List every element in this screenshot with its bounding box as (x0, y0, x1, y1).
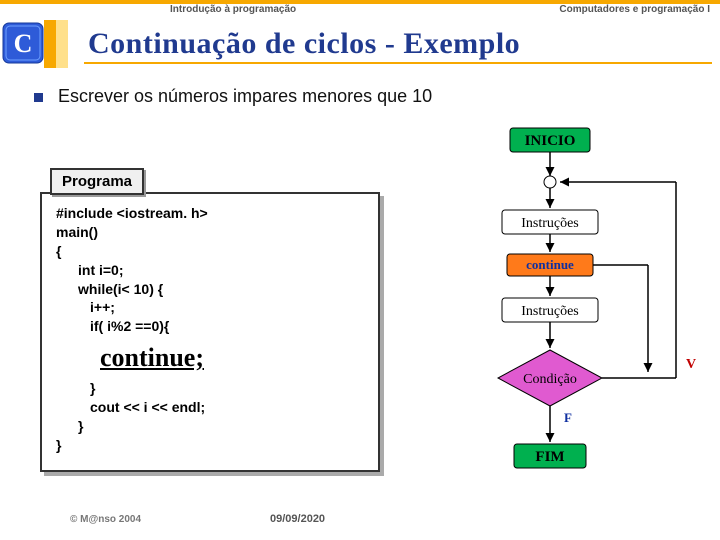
code-line: int i=0; (56, 261, 364, 280)
flow-end: FIM (535, 449, 564, 465)
footer-date: 09/09/2020 (270, 513, 325, 525)
code-line: } (56, 417, 364, 436)
flow-instr1: Instruções (521, 216, 579, 231)
logo-icon: C (2, 22, 44, 64)
bullet-icon (34, 93, 43, 102)
flow-v: V (686, 357, 696, 372)
header: Introdução à programação Computadores e … (0, 4, 720, 20)
flow-f: F (564, 410, 572, 425)
code-line: main() (56, 223, 364, 242)
code-line: } (56, 436, 364, 455)
footer-copyright: © M@nso 2004 (70, 514, 141, 525)
program-label: Programa (50, 168, 144, 195)
title-underline (84, 62, 712, 64)
flow-continue: continue (526, 257, 574, 272)
code-line: while(i< 10) { (56, 280, 364, 299)
accent-bar-light-icon (56, 20, 68, 68)
title-bars (44, 20, 68, 68)
code-line: #include <iostream. h> (56, 204, 364, 223)
slide-title: Continuação de ciclos - Exemplo (88, 27, 520, 61)
flow-start: INICIO (525, 133, 576, 149)
flow-instr2: Instruções (521, 304, 579, 319)
title-band: Continuação de ciclos - Exemplo (44, 20, 720, 68)
code-line: cout << i << endl; (56, 398, 364, 417)
code-line: if( i%2 ==0){ (56, 317, 364, 336)
code-box: #include <iostream. h> main() { int i=0;… (40, 192, 380, 472)
svg-text:C: C (14, 29, 33, 58)
code-line: { (56, 242, 364, 261)
header-left: Introdução à programação (170, 4, 296, 15)
code-line: i++; (56, 298, 364, 317)
code-line: } (56, 379, 364, 398)
accent-bar-icon (44, 20, 56, 68)
header-right: Computadores e programação I (559, 4, 710, 15)
code-continue: continue; (100, 340, 364, 375)
body-text: Escrever os números impares menores que … (58, 86, 432, 107)
flowchart: INICIO Instruções continue Instruções Co… (410, 120, 710, 500)
flow-cond: Condição (523, 372, 577, 387)
